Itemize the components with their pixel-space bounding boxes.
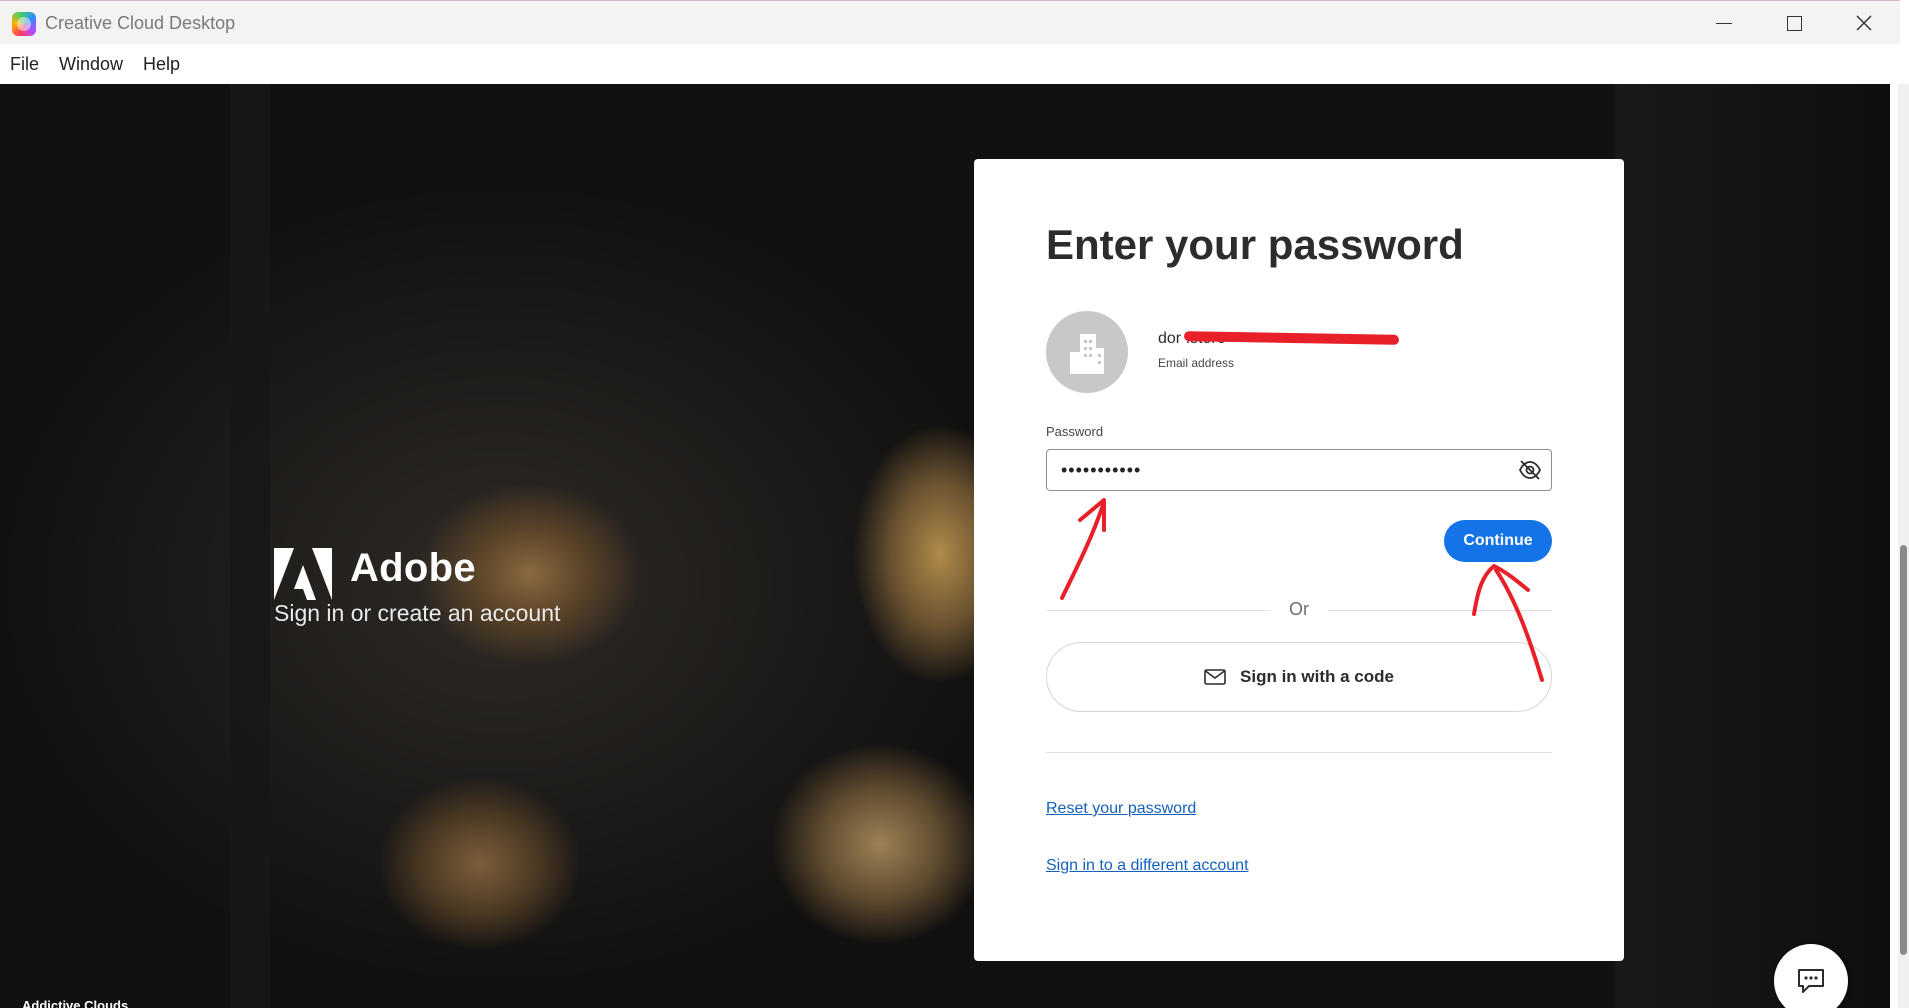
title-bar: Creative Cloud Desktop (0, 0, 1900, 44)
different-account-link[interactable]: Sign in to a different account (1046, 857, 1249, 875)
background-right-shade (1615, 84, 1900, 1008)
building-avatar-icon (1070, 334, 1104, 374)
maximize-icon (1786, 15, 1802, 31)
separator (1046, 752, 1552, 753)
toggle-password-visibility-button[interactable] (1514, 455, 1546, 485)
chat-button[interactable] (1774, 944, 1848, 1008)
menu-window[interactable]: Window (59, 54, 123, 75)
close-icon (1856, 15, 1872, 31)
mail-icon (1204, 669, 1226, 685)
sign-in-with-code-button[interactable]: Sign in with a code (1046, 642, 1552, 712)
window-title: Creative Cloud Desktop (45, 13, 236, 33)
password-field[interactable]: ••••••••••• (1046, 449, 1552, 491)
password-label: Password (1046, 424, 1104, 439)
sign-in-card: Enter your password dor .store Email add… (974, 159, 1624, 961)
page-title: Enter your password (1046, 221, 1464, 268)
minimize-icon (1716, 22, 1732, 24)
eye-slash-icon (1518, 460, 1542, 480)
menu-file[interactable]: File (10, 54, 39, 75)
close-button[interactable] (1834, 5, 1894, 41)
sign-in-with-code-label: Sign in with a code (1240, 667, 1394, 686)
divider-line (1328, 610, 1552, 611)
reset-password-link[interactable]: Reset your password (1046, 800, 1196, 818)
avatar (1046, 311, 1128, 393)
scrollbar-thumb[interactable] (1900, 545, 1907, 955)
email-label: Email address (1158, 356, 1235, 370)
menu-bar: File Window Help (0, 44, 1900, 84)
maximize-button[interactable] (1764, 5, 1824, 41)
bottom-label: Addictive Clouds (22, 998, 129, 1008)
brand-tagline: Sign in or create an account (274, 600, 561, 626)
creative-cloud-icon (12, 12, 36, 36)
adobe-logo-icon (274, 548, 332, 600)
menu-help[interactable]: Help (143, 54, 180, 75)
adobe-wordmark: Adobe (350, 546, 476, 590)
chat-icon (1798, 969, 1824, 993)
or-divider: Or (1046, 599, 1552, 621)
continue-button[interactable]: Continue (1444, 520, 1552, 562)
minimize-button[interactable] (1694, 5, 1754, 41)
